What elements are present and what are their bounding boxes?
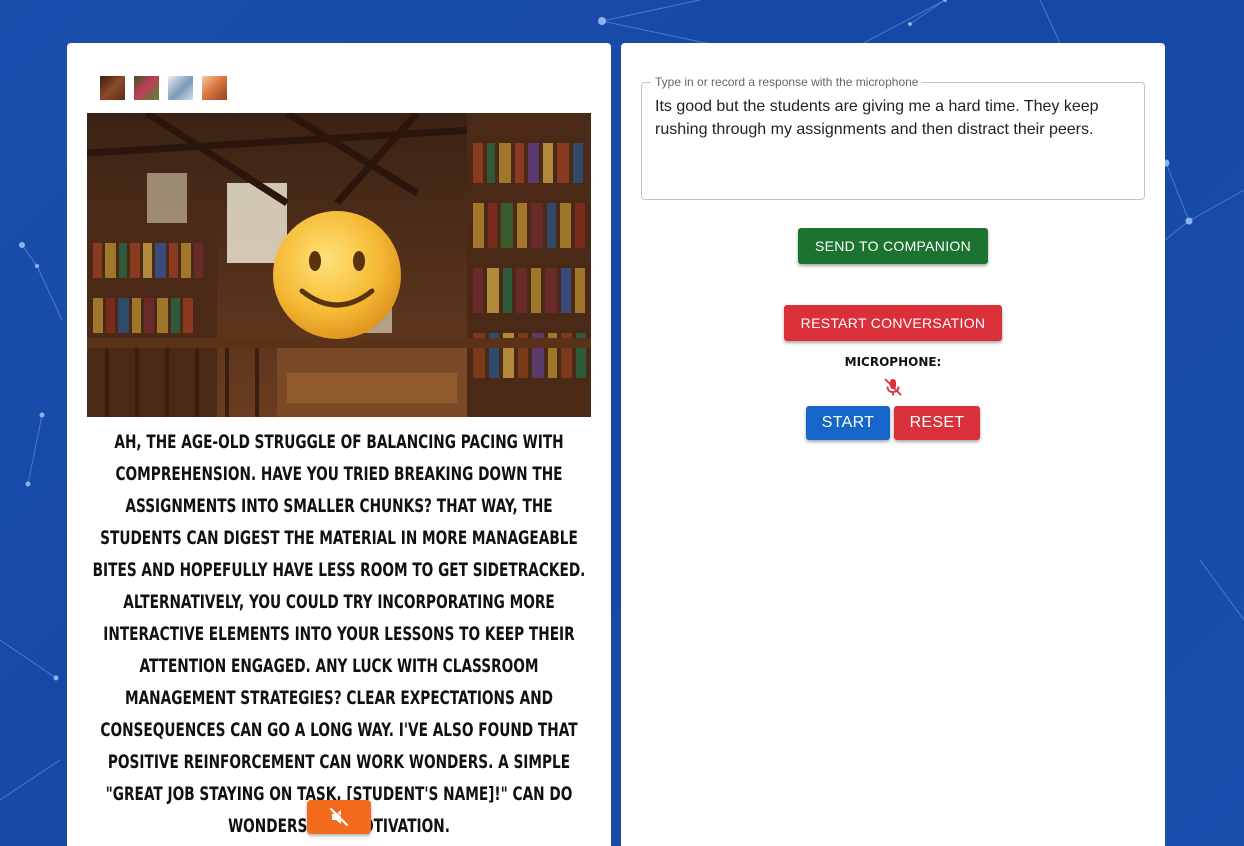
response-field[interactable]: Type in or record a response with the mi… — [641, 75, 1145, 200]
library-thumbnail[interactable] — [100, 76, 125, 100]
response-text[interactable]: Its good but the students are giving me … — [655, 95, 1131, 141]
reset-recording-button[interactable]: RESET — [894, 406, 980, 440]
companion-scene — [87, 113, 591, 417]
companion-reply: Ah, the age-old struggle of balancing pa… — [92, 431, 586, 837]
restart-conversation-button[interactable]: RESTART CONVERSATION — [784, 305, 1002, 341]
garden-thumbnail[interactable] — [134, 76, 159, 100]
snow-thumbnail[interactable] — [168, 76, 193, 100]
mute-button[interactable] — [307, 800, 371, 834]
library-background — [87, 113, 591, 417]
background-selector — [100, 76, 227, 100]
companion-panel: Ah, the age-old struggle of balancing pa… — [67, 43, 611, 846]
microphone-label: Microphone: — [844, 355, 942, 369]
response-legend: Type in or record a response with the mi… — [655, 75, 919, 89]
start-recording-button[interactable]: START — [806, 406, 890, 440]
sunset-thumbnail[interactable] — [202, 76, 227, 100]
microphone-off-icon — [884, 378, 902, 396]
speaker-muted-icon — [329, 807, 349, 827]
smiling-face-emoji — [273, 211, 401, 339]
response-panel: Type in or record a response with the mi… — [621, 43, 1165, 846]
send-to-companion-button[interactable]: SEND TO COMPANION — [798, 228, 988, 264]
